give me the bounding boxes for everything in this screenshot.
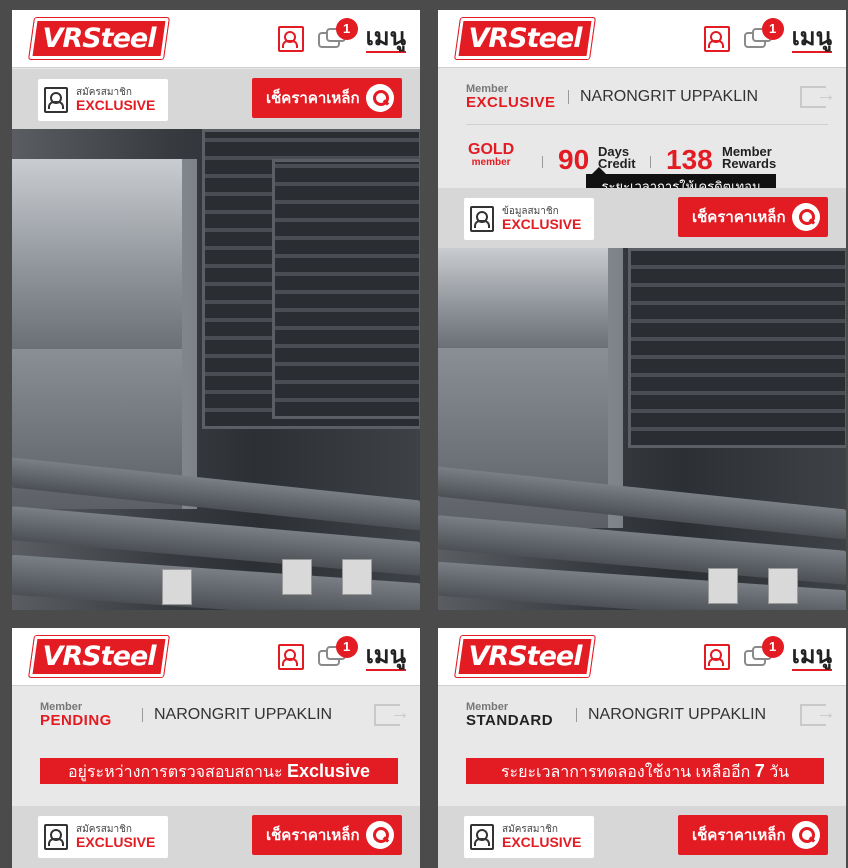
panel-standard: VRSteel 1 เมนู Member STANDARD NARONGRIT … (438, 628, 846, 868)
notification-badge: 1 (761, 636, 784, 658)
exclusive-signup-badge[interactable]: สมัครสมาชิก EXCLUSIVE (38, 816, 168, 858)
member-tier: Member EXCLUSIVE (466, 83, 556, 111)
search-icon (792, 203, 820, 231)
panel-exclusive: VRSteel 1 เมนู Member EXCLUSIVE NARONGRIT… (438, 10, 846, 610)
steel-beam-photo (438, 248, 846, 610)
credit-days-value[interactable]: 90 (558, 144, 589, 176)
notification-badge: 1 (335, 636, 358, 658)
logout-icon[interactable] (800, 702, 836, 726)
member-card-icon[interactable] (277, 644, 304, 670)
rewards-label: Member Rewards (722, 144, 777, 172)
top-header: VRSteel 1 เมนู (438, 10, 846, 68)
member-tier: Member PENDING (40, 701, 112, 729)
member-row: Member STANDARD NARONGRIT UPPAKLIN (438, 686, 846, 744)
check-price-button[interactable]: เช็คราคาเหล็ก (678, 815, 828, 855)
member-card-icon[interactable] (703, 644, 730, 670)
member-card-icon (44, 824, 68, 850)
logout-icon[interactable] (800, 84, 836, 108)
exclusive-signup-badge[interactable]: สมัครสมาชิก EXCLUSIVE (38, 79, 168, 121)
vrsteel-logo[interactable]: VRSteel (29, 636, 169, 677)
menu-button[interactable]: เมนู (365, 25, 406, 53)
user-name: NARONGRIT UPPAKLIN (580, 88, 759, 105)
member-tier: Member STANDARD (466, 701, 554, 729)
top-header: VRSteel 1 เมนู (438, 628, 846, 686)
member-card-icon (470, 206, 494, 232)
search-icon (366, 84, 394, 112)
action-strip: สมัครสมาชิก EXCLUSIVE เช็คราคาเหล็ก (12, 806, 420, 868)
user-name: NARONGRIT UPPAKLIN (154, 706, 333, 723)
chat-icon[interactable]: 1 (743, 636, 784, 672)
search-icon (366, 821, 394, 849)
top-header: VRSteel 1 เมนู (12, 10, 420, 68)
notification-badge: 1 (335, 18, 358, 40)
menu-button[interactable]: เมนู (791, 25, 832, 53)
vrsteel-logo[interactable]: VRSteel (455, 636, 595, 677)
logo-text: VRSteel (468, 23, 582, 54)
rewards-value: 138 (666, 144, 713, 175)
member-row: Member PENDING NARONGRIT UPPAKLIN (12, 686, 420, 744)
panel-guest: VRSteel 1 เมนู สมัครสมาชิก EXCLUSIVE เช็ค… (12, 10, 420, 610)
header-actions: 1 เมนู (703, 636, 832, 674)
header-actions: 1 เมนู (277, 636, 406, 674)
menu-button[interactable]: เมนู (365, 643, 406, 671)
check-price-label: เช็คราคาเหล็ก (266, 90, 360, 107)
header-actions: 1 เมนู (277, 18, 406, 56)
user-name: NARONGRIT UPPAKLIN (588, 706, 767, 723)
member-card-icon (44, 87, 68, 113)
notification-badge: 1 (761, 18, 784, 40)
menu-button[interactable]: เมนู (791, 643, 832, 671)
exclusive-label: EXCLUSIVE (76, 97, 156, 113)
search-icon (792, 821, 820, 849)
logo-text: VRSteel (468, 641, 582, 672)
action-strip: สมัครสมาชิก EXCLUSIVE เช็คราคาเหล็ก (12, 69, 420, 129)
top-header: VRSteel 1 เมนู (12, 628, 420, 686)
action-strip: ข้อมูลสมาชิก EXCLUSIVE เช็คราคาเหล็ก (438, 188, 846, 248)
check-price-button[interactable]: เช็คราคาเหล็ก (252, 815, 402, 855)
logo-text: VRSteel (42, 23, 156, 54)
header-actions: 1 เมนู (703, 18, 832, 56)
exclusive-member-badge[interactable]: ข้อมูลสมาชิก EXCLUSIVE (464, 198, 594, 240)
chat-icon[interactable]: 1 (743, 18, 784, 54)
gold-member-badge: GOLD member (468, 141, 515, 168)
steel-beam-photo (12, 129, 420, 610)
member-row: Member EXCLUSIVE NARONGRIT UPPAKLIN (438, 68, 846, 126)
chat-icon[interactable]: 1 (317, 636, 358, 672)
member-card-icon[interactable] (703, 26, 730, 52)
logout-icon[interactable] (374, 702, 410, 726)
vrsteel-logo[interactable]: VRSteel (455, 18, 595, 59)
trial-period-banner: ระยะเวลาการทดลองใช้งาน เหลืออีก 7 วัน (466, 758, 824, 784)
vrsteel-logo[interactable]: VRSteel (29, 18, 169, 59)
member-card-icon (470, 824, 494, 850)
check-price-button[interactable]: เช็คราคาเหล็ก (252, 78, 402, 118)
exclusive-signup-badge[interactable]: สมัครสมาชิก EXCLUSIVE (464, 816, 594, 858)
logo-text: VRSteel (42, 641, 156, 672)
pending-status-banner: อยู่ระหว่างการตรวจสอบสถานะ Exclusive (40, 758, 398, 784)
member-card-icon[interactable] (277, 26, 304, 52)
check-price-button[interactable]: เช็คราคาเหล็ก (678, 197, 828, 237)
panel-pending: VRSteel 1 เมนู Member PENDING NARONGRIT U… (12, 628, 420, 868)
chat-icon[interactable]: 1 (317, 18, 358, 54)
action-strip: สมัครสมาชิก EXCLUSIVE เช็คราคาเหล็ก (438, 806, 846, 868)
